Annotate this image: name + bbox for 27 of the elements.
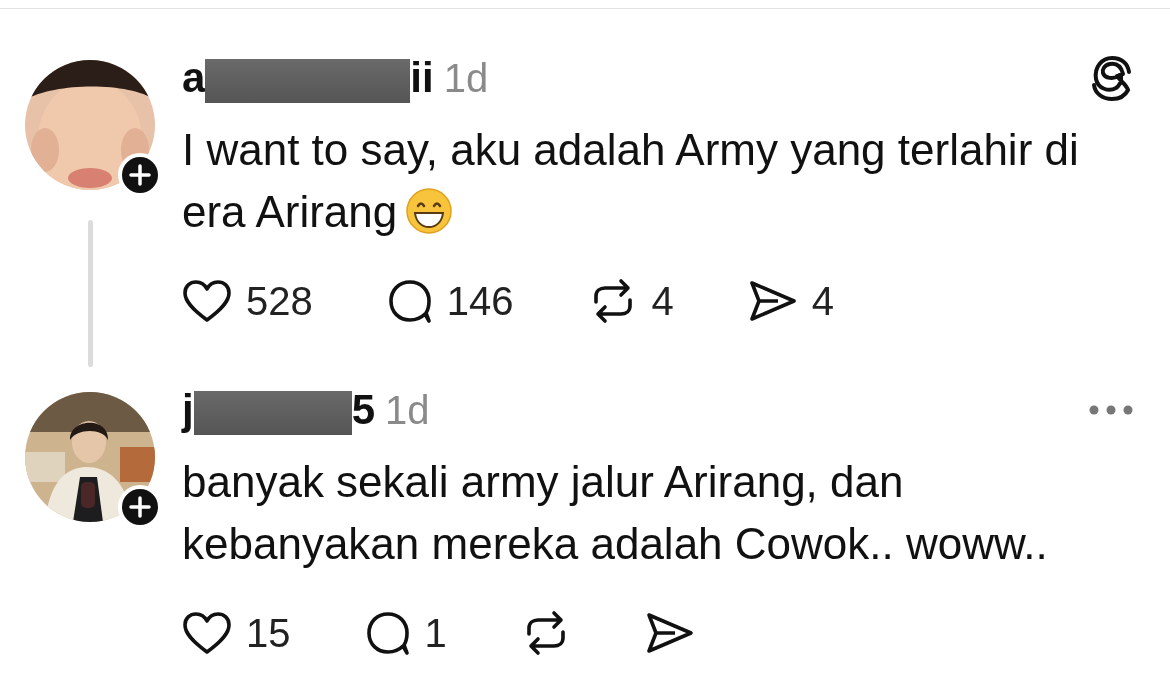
grin-emoji-icon xyxy=(405,187,454,235)
username[interactable]: a xyxy=(182,54,206,102)
comment-count: 146 xyxy=(446,278,514,324)
username[interactable]: j xyxy=(182,386,194,434)
heart-icon[interactable] xyxy=(182,279,232,323)
post-time: 1d xyxy=(443,55,489,101)
send-icon[interactable] xyxy=(644,611,695,655)
post-text: I want to say, aku adalah Army yang terlahir di xyxy=(182,125,1079,174)
comment-icon[interactable] xyxy=(386,278,433,324)
like-count: 528 xyxy=(246,278,313,324)
heart-icon[interactable] xyxy=(182,611,232,655)
username[interactable]: 5 xyxy=(351,386,376,434)
repost-count: 4 xyxy=(651,278,674,324)
like-count: 15 xyxy=(246,610,291,656)
plus-icon xyxy=(129,164,151,186)
post-text: era Arirang xyxy=(182,187,398,236)
post-text: kebanyakan mereka adalah Cowok.. woww.. xyxy=(182,519,1048,568)
username[interactable]: ii xyxy=(410,54,434,102)
threads-logo-icon[interactable] xyxy=(1090,54,1134,102)
post-text: banyak sekali army jalur Arirang, dan xyxy=(182,457,904,506)
post-time: 1d xyxy=(385,387,430,433)
plus-icon xyxy=(129,496,151,518)
comment-icon[interactable] xyxy=(364,610,411,656)
more-icon[interactable] xyxy=(1088,404,1134,416)
comment-count: 1 xyxy=(424,610,447,656)
share-count: 4 xyxy=(811,278,834,324)
send-icon[interactable] xyxy=(747,279,798,323)
